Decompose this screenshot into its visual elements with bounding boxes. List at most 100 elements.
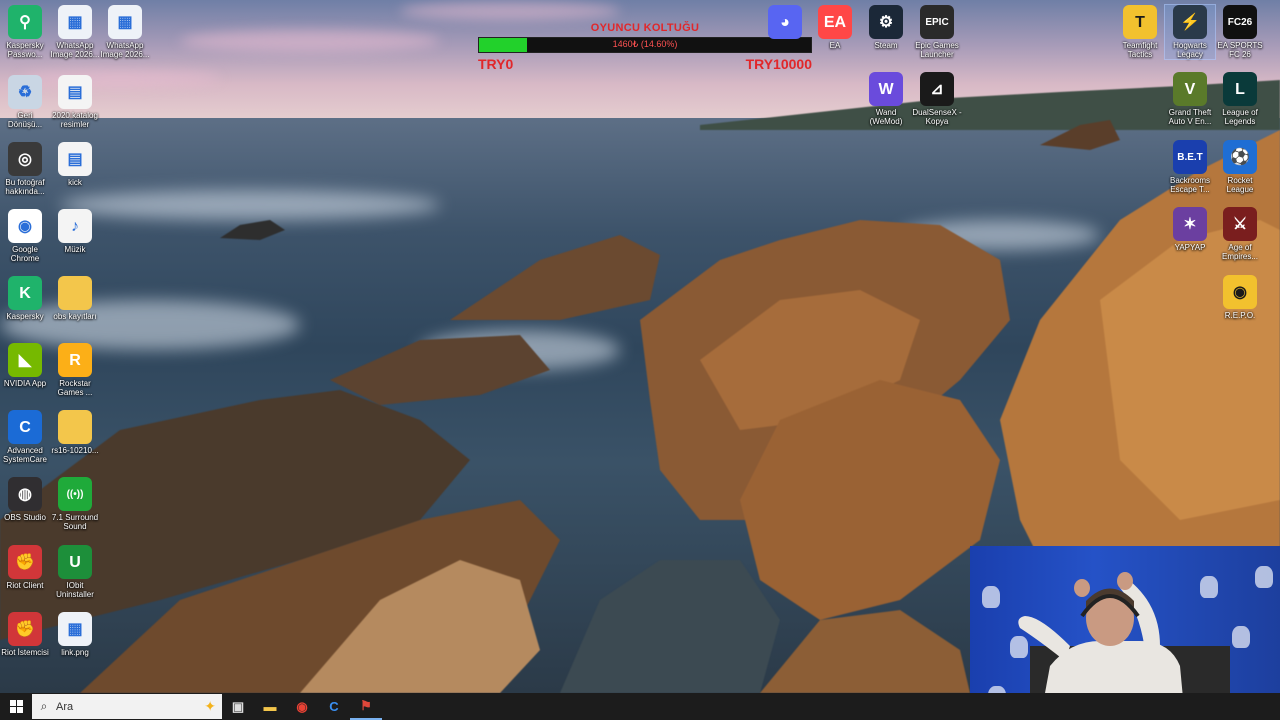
file-icon: ▤ bbox=[58, 75, 92, 109]
top-desktop-icon-4[interactable]: W Wand (WeMod) bbox=[861, 72, 911, 126]
taskbar-app-file-explorer[interactable]: ▬ bbox=[254, 693, 286, 720]
right-desktop-icon-3[interactable]: V Grand Theft Auto V En... bbox=[1165, 72, 1215, 126]
desktop-icon-label: Geri Dönüşü... bbox=[7, 111, 43, 129]
left-desktop-icon-9[interactable]: K Kaspersky bbox=[0, 276, 50, 321]
desktop-icon-label: Hogwarts Legacy bbox=[1173, 41, 1207, 59]
left-desktop-icon-7[interactable]: ◉ Google Chrome bbox=[0, 209, 50, 263]
left-desktop-icon-10[interactable]: obs kayıtları bbox=[50, 276, 100, 321]
left-desktop-icon-20[interactable]: ▦ link.png bbox=[50, 612, 100, 657]
file-icon: ▤ bbox=[58, 142, 92, 176]
taskbar-app-riot-client[interactable]: ⚑ bbox=[350, 693, 382, 720]
taskbar-app-list: ▣ ▬ ◉ C ⚑ bbox=[222, 693, 382, 720]
desktop-icon-label: EA bbox=[829, 41, 841, 50]
hogwarts-icon: ⚡ bbox=[1173, 5, 1207, 39]
desktop-icon-label: DualSenseX - Kopya bbox=[912, 108, 962, 126]
folder-icon bbox=[58, 276, 92, 310]
left-desktop-icon-3[interactable]: ♻ Geri Dönüşü... bbox=[0, 75, 50, 129]
left-desktop-icon-13[interactable]: C Advanced SystemCare bbox=[0, 410, 50, 464]
desktop-icon-label: Riot Client bbox=[6, 581, 44, 590]
desktop-icon-label: Riot İstemcisi bbox=[1, 648, 49, 657]
riot-client-icon: ⚑ bbox=[360, 697, 372, 713]
taskbar-app-task-view[interactable]: ▣ bbox=[222, 693, 254, 720]
left-desktop-icon-5[interactable]: ◎ Bu fotoğraf hakkında... bbox=[0, 142, 50, 196]
left-desktop-icon-4[interactable]: ▤ 2020 katalog resimler bbox=[50, 75, 100, 129]
desktop-icon-label: Kaspersky bbox=[6, 312, 44, 321]
kaspersky-password-icon: ⚲ bbox=[8, 5, 42, 39]
chrome-icon: ◉ bbox=[296, 698, 308, 714]
image-file-icon: ▦ bbox=[108, 5, 142, 39]
desktop-icon-label: Grand Theft Auto V En... bbox=[1168, 108, 1212, 126]
desktop-icon-label: Google Chrome bbox=[10, 245, 40, 263]
riot-icon: ✊ bbox=[8, 612, 42, 646]
desktop-icon-label: 2020 katalog resimler bbox=[52, 111, 98, 129]
fc26-icon: FC26 bbox=[1223, 5, 1257, 39]
rockstar-icon: R bbox=[58, 343, 92, 377]
desktop-icon-label: IObit Uninstaller bbox=[56, 581, 94, 599]
right-desktop-icon-2[interactable]: FC26 EA SPORTS FC 26 bbox=[1215, 5, 1265, 59]
goal-max-label: TRY10000 bbox=[745, 56, 812, 72]
desktop-icon-label: Müzik bbox=[64, 245, 86, 254]
windows-logo-icon bbox=[9, 700, 23, 713]
top-desktop-icon-3[interactable]: EPIC Epic Games Launcher bbox=[912, 5, 962, 59]
top-desktop-icon-1[interactable]: EA EA bbox=[810, 5, 860, 50]
image-file-icon: ▦ bbox=[58, 612, 92, 646]
taskbar-app-chrome[interactable]: ◉ bbox=[286, 693, 318, 720]
taskbar-search-box[interactable]: ⌕ Ara ✦ bbox=[32, 694, 222, 719]
desktop-icon-label: obs kayıtları bbox=[53, 312, 97, 321]
recycle-bin-icon: ♻ bbox=[8, 75, 42, 109]
top-desktop-icon-0[interactable]: ◕ bbox=[760, 5, 810, 41]
top-desktop-icon-5[interactable]: ⊿ DualSenseX - Kopya bbox=[912, 72, 962, 126]
left-desktop-icon-14[interactable]: rs16-10210... bbox=[50, 410, 100, 455]
file-explorer-icon: ▬ bbox=[263, 699, 277, 714]
desktop-icon-label: WhatsApp Image 2026... bbox=[50, 41, 100, 59]
systemcare-icon: C bbox=[8, 410, 42, 444]
right-desktop-icon-9[interactable]: ◉ R.E.P.O. bbox=[1215, 275, 1265, 320]
left-desktop-icon-0[interactable]: ⚲ Kaspersky Passwo... bbox=[0, 5, 50, 59]
dualsensex-icon: ⊿ bbox=[920, 72, 954, 106]
start-button[interactable] bbox=[0, 693, 32, 720]
riot-icon: ✊ bbox=[8, 545, 42, 579]
aoe-icon: ⚔ bbox=[1223, 207, 1257, 241]
desktop-icon-label: Bu fotoğraf hakkında... bbox=[5, 178, 45, 196]
left-desktop-icon-11[interactable]: ◣ NVIDIA App bbox=[0, 343, 50, 388]
right-desktop-icon-7[interactable]: ✶ YAPYAP bbox=[1165, 207, 1215, 252]
discord-icon: ◕ bbox=[768, 5, 802, 39]
kaspersky-icon: K bbox=[8, 276, 42, 310]
left-desktop-icon-19[interactable]: ✊ Riot İstemcisi bbox=[0, 612, 50, 657]
right-desktop-icon-6[interactable]: ⚽ Rocket League bbox=[1215, 140, 1265, 194]
right-desktop-icon-5[interactable]: B.E.T Backrooms Escape T... bbox=[1165, 140, 1215, 194]
right-desktop-icon-0[interactable]: T Teamfight Tactics bbox=[1115, 5, 1165, 59]
desktop-icon-label: Advanced SystemCare bbox=[2, 446, 47, 464]
backrooms-icon: B.E.T bbox=[1173, 140, 1207, 174]
left-desktop-icon-17[interactable]: ✊ Riot Client bbox=[0, 545, 50, 590]
rocket-league-icon: ⚽ bbox=[1223, 140, 1257, 174]
desktop-icon-label: Rockstar Games ... bbox=[57, 379, 93, 397]
epic-games-icon: EPIC bbox=[920, 5, 954, 39]
left-desktop-icon-18[interactable]: U IObit Uninstaller bbox=[50, 545, 100, 599]
right-desktop-icon-1[interactable]: ⚡ Hogwarts Legacy bbox=[1164, 4, 1216, 60]
top-desktop-icon-2[interactable]: ⚙ Steam bbox=[861, 5, 911, 50]
left-desktop-icon-8[interactable]: ♪ Müzik bbox=[50, 209, 100, 254]
left-desktop-icon-2[interactable]: ▦ WhatsApp Image 2026... bbox=[100, 5, 150, 59]
right-desktop-icon-8[interactable]: ⚔ Age of Empires... bbox=[1215, 207, 1265, 261]
taskbar-app-systemcare[interactable]: C bbox=[318, 693, 350, 720]
left-desktop-icon-16[interactable]: ((•)) 7.1 Surround Sound bbox=[50, 477, 100, 531]
desktop-icon-label: Epic Games Launcher bbox=[915, 41, 959, 59]
desktop-icon-label: Teamfight Tactics bbox=[1122, 41, 1158, 59]
left-desktop-icon-1[interactable]: ▦ WhatsApp Image 2026... bbox=[50, 5, 100, 59]
desktop-icon-label: League of Legends bbox=[1222, 108, 1258, 126]
right-desktop-icon-4[interactable]: L League of Legends bbox=[1215, 72, 1265, 126]
desktop-icon-label: Backrooms Escape T... bbox=[1169, 176, 1210, 194]
repo-icon: ◉ bbox=[1223, 275, 1257, 309]
goal-min-label: TRY0 bbox=[478, 56, 514, 72]
left-desktop-icon-6[interactable]: ▤ kick bbox=[50, 142, 100, 187]
left-desktop-icon-12[interactable]: R Rockstar Games ... bbox=[50, 343, 100, 397]
left-desktop-icon-15[interactable]: ◍ OBS Studio bbox=[0, 477, 50, 522]
search-icon: ⌕ bbox=[40, 699, 48, 713]
desktop-icon-label: EA SPORTS FC 26 bbox=[1217, 41, 1263, 59]
gta-icon: V bbox=[1173, 72, 1207, 106]
search-placeholder: Ara bbox=[56, 700, 74, 713]
steam-icon: ⚙ bbox=[869, 5, 903, 39]
music-file-icon: ♪ bbox=[58, 209, 92, 243]
desktop-icon-label: Wand (WeMod) bbox=[869, 108, 903, 126]
